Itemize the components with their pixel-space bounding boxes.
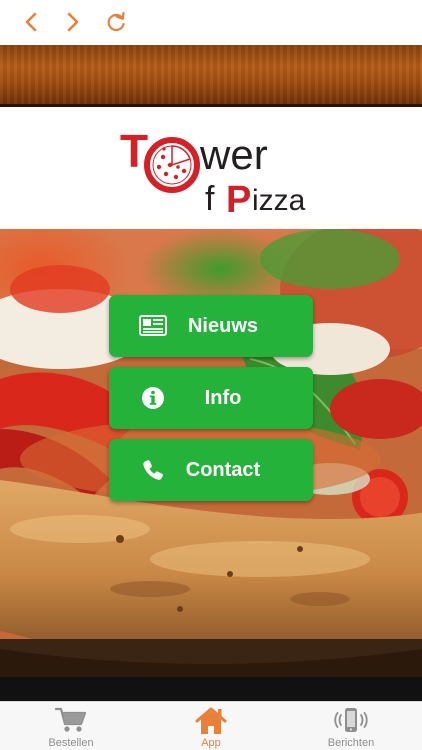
divider-strip (0, 677, 422, 701)
nieuws-button[interactable]: Nieuws (109, 295, 313, 357)
tab-app[interactable]: App (151, 702, 271, 750)
tab-berichten[interactable]: Berichten (291, 702, 411, 750)
top-nav-bar (0, 0, 422, 45)
info-button[interactable]: Info (109, 367, 313, 429)
logo-area: T wer f P izza (0, 107, 422, 229)
tab-app-label: App (201, 737, 221, 749)
nieuws-label: Nieuws (187, 314, 259, 337)
back-button[interactable] (17, 8, 45, 36)
logo-letter-t: T (120, 125, 148, 177)
logo-word-wer: wer (199, 131, 268, 178)
newspaper-icon (137, 312, 169, 340)
tower-of-pizza-logo: T wer f P izza (120, 125, 306, 221)
logo-letter-f: f (205, 180, 215, 218)
reload-button[interactable] (102, 8, 130, 36)
phone-icon (137, 456, 169, 484)
tab-bestellen-label: Bestellen (48, 737, 94, 749)
forward-button[interactable] (59, 8, 87, 36)
pizza-o-icon (144, 137, 200, 193)
logo-word-izza: izza (252, 184, 306, 217)
tab-bestellen[interactable]: Bestellen (11, 702, 131, 750)
contact-button[interactable]: Contact (109, 439, 313, 501)
phone-vibrate-icon (334, 708, 368, 732)
cart-icon (54, 707, 87, 732)
bottom-tab-bar: Bestellen App Berichten (0, 701, 422, 750)
home-icon (195, 707, 227, 734)
hero-pizza-image: Nieuws Info Contact (0, 229, 422, 701)
wood-banner (0, 45, 422, 107)
info-label: Info (204, 386, 242, 409)
chevron-left-icon (25, 12, 37, 32)
tab-berichten-label: Berichten (327, 737, 375, 749)
logo-letter-p: P (226, 179, 251, 221)
chevron-right-icon (67, 12, 79, 32)
refresh-icon (107, 11, 125, 32)
info-icon (137, 384, 169, 412)
contact-label: Contact (185, 458, 261, 481)
